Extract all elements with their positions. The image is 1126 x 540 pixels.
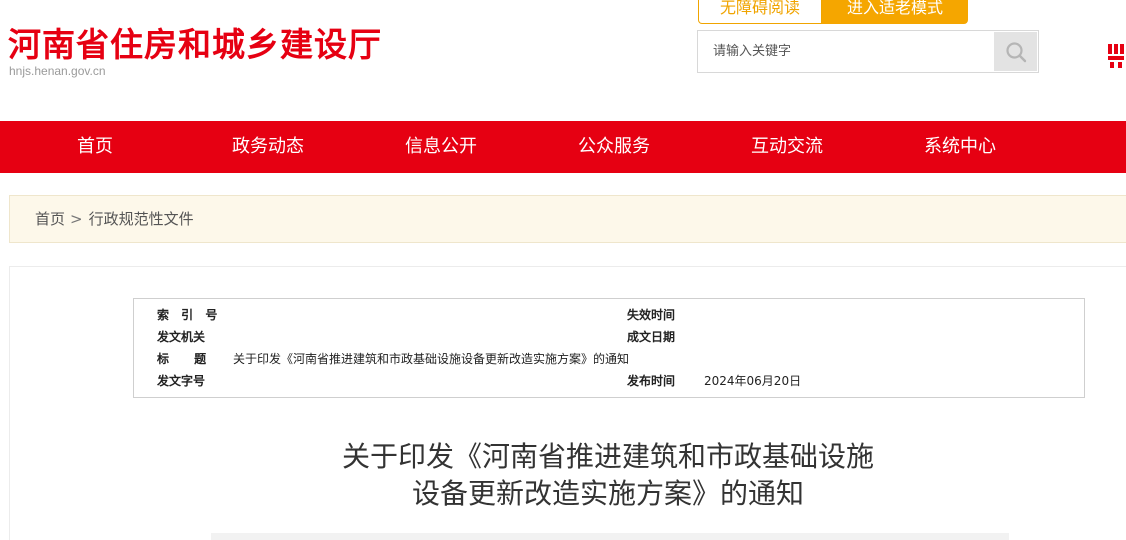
nav-item-news[interactable]: 政务动态	[208, 121, 328, 173]
written-date-label: 成文日期	[627, 330, 676, 344]
publish-date-label: 发布时间	[627, 374, 676, 388]
doc-number-label: 发文字号	[157, 374, 206, 388]
page: 河南省住房和城乡建设厅 hnjs.henan.gov.cn 无障碍阅读 进入适老…	[0, 0, 1126, 540]
issuer-label: 发文机关	[157, 330, 206, 344]
document-title: 关于印发《河南省推进建筑和市政基础设施 设备更新改造实施方案》的通知	[160, 438, 1056, 512]
nav-item-system-center[interactable]: 系统中心	[900, 121, 1020, 173]
search-input[interactable]	[698, 31, 995, 72]
document-meta-table: 索 引 号 失效时间 发文机关 成文日期 标 题 关于印发《河南省推进建筑和市政…	[133, 298, 1085, 398]
site-title[interactable]: 河南省住房和城乡建设厅	[8, 18, 382, 66]
publish-date-value: 2024年06月20日	[704, 374, 802, 388]
nav-item-info-disclosure[interactable]: 信息公开	[381, 121, 501, 173]
breadcrumb: 首页 > 行政规范性文件	[9, 195, 1126, 243]
nav-item-public-service[interactable]: 公众服务	[554, 121, 674, 173]
title-value: 关于印发《河南省推进建筑和市政基础设施设备更新改造实施方案》的通知	[233, 352, 630, 366]
document-title-line-1: 关于印发《河南省推进建筑和市政基础设施	[341, 440, 874, 473]
nav-item-home[interactable]: 首页	[35, 121, 155, 173]
nav-item-interaction[interactable]: 互动交流	[727, 121, 847, 173]
elder-mode-button[interactable]: 进入适老模式	[822, 0, 968, 24]
main-nav: 首页 政务动态 信息公开 公众服务 互动交流 系统中心	[0, 121, 1126, 173]
search-box	[697, 30, 1039, 73]
index-label: 索 引 号	[157, 308, 222, 322]
breadcrumb-separator: >	[70, 210, 83, 228]
meta-row: 标 题 关于印发《河南省推进建筑和市政基础设施设备更新改造实施方案》的通知	[134, 348, 1084, 370]
document-title-line-2: 设备更新改造实施方案》的通知	[411, 477, 804, 510]
meta-row: 发文字号 发布时间 2024年06月20日	[134, 370, 1084, 392]
accessibility-button[interactable]: 无障碍阅读	[698, 0, 822, 24]
search-button[interactable]	[994, 32, 1037, 71]
meta-row: 发文机关 成文日期	[134, 326, 1084, 348]
meta-row: 索 引 号 失效时间	[134, 304, 1084, 326]
title-label: 标 题	[157, 352, 207, 366]
breadcrumb-current-link[interactable]: 行政规范性文件	[89, 210, 194, 228]
content-divider	[211, 533, 1009, 540]
breadcrumb-home-link[interactable]: 首页	[35, 210, 65, 228]
search-icon	[1005, 41, 1026, 62]
party-emblem-icon[interactable]	[1104, 40, 1126, 70]
expire-label: 失效时间	[627, 308, 676, 322]
site-domain: hnjs.henan.gov.cn	[9, 64, 106, 78]
